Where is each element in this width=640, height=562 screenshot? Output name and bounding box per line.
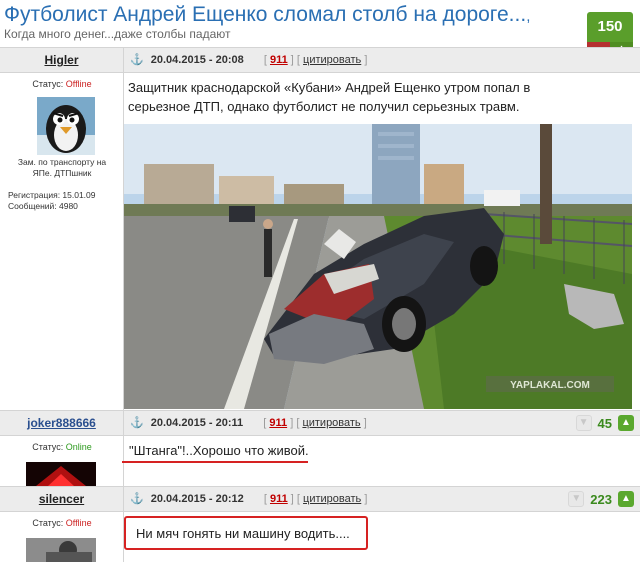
topic-rating-value: 150 (587, 12, 633, 42)
post-text: "Штанга"!..Хорошо что живой. (129, 443, 309, 458)
bracket-left: [ (263, 417, 267, 429)
author-cell: silencer (0, 487, 124, 511)
avatar[interactable] (26, 462, 96, 486)
post-number-link[interactable]: 911 (270, 493, 288, 505)
user-title-line: Зам. по транспорту на (17, 157, 107, 167)
post-meta: ⚓ 20.04.2015 - 20:12 [ 911 ] [ цитироват… (130, 487, 367, 511)
post-number-link[interactable]: 911 (269, 417, 287, 429)
status-value: Online (65, 442, 92, 452)
message-count: Сообщений: 4980 (8, 201, 78, 211)
bracket-right: ] (290, 493, 294, 505)
bracket-right: ] (363, 417, 367, 429)
user-status: Статус: Online (0, 442, 124, 452)
topic-title-text: Футболист Андрей Ещенко сломал столб на … (4, 3, 527, 26)
bracket-left: [ (263, 493, 267, 505)
author-name[interactable]: Higler (44, 53, 78, 67)
bracket-right: ] (290, 54, 294, 66)
vote-down-icon[interactable]: ▼ (575, 415, 592, 431)
user-title-line: ЯПе. ДТПшник (32, 168, 92, 178)
topic-header: Футболист Андрей Ещенко сломал столб на … (0, 0, 640, 46)
avatar[interactable] (26, 538, 96, 562)
bracket-left: [ (263, 54, 267, 66)
post-text-line: серьезное ДТП, однако футболист не получ… (128, 99, 520, 114)
bracket-left: [ (296, 54, 300, 66)
post-photo[interactable]: YAPLAKAL.COM (124, 124, 632, 409)
bracket-right: ] (364, 493, 368, 505)
status-label: Статус: (32, 79, 64, 89)
post-text-line: Защитник краснодарской «Кубани» Андрей Е… (128, 80, 531, 95)
post-header-row: joker888666 ⚓ 20.04.2015 - 20:11 [ 911 ]… (0, 410, 640, 436)
status-value: Offline (65, 79, 92, 89)
post-meta: ⚓ 20.04.2015 - 20:11 [ 911 ] [ цитироват… (130, 411, 367, 435)
user-stats: Регистрация: 15.01.09 Сообщений: 4980 (8, 190, 96, 212)
registration-date: Регистрация: 15.01.09 (8, 190, 96, 200)
post-rating-value: 45 (597, 415, 612, 431)
author-name[interactable]: silencer (39, 492, 84, 506)
status-label: Статус: (32, 518, 64, 528)
avatar[interactable] (37, 97, 95, 155)
anchor-icon[interactable]: ⚓ (130, 54, 144, 66)
topic-title: Футболист Андрей Ещенко сломал столб на … (4, 3, 530, 27)
author-name[interactable]: joker888666 (27, 416, 96, 430)
post-date: 20.04.2015 - 20:11 (150, 417, 244, 429)
post-rating: ▼ 223 ▲ (568, 491, 634, 507)
bracket-left: [ (296, 493, 300, 505)
topic-subtitle: Когда много денег...даже столбы падают (4, 27, 231, 41)
bracket-right: ] (364, 54, 368, 66)
user-panel: Статус: Offline (0, 512, 124, 562)
user-status: Статус: Offline (0, 518, 124, 528)
highlight-underline (122, 461, 308, 463)
post-number-link[interactable]: 911 (270, 54, 288, 66)
vote-up-icon[interactable]: ▲ (618, 415, 634, 431)
post-rating-value: 223 (590, 491, 612, 507)
bracket-left: [ (296, 417, 300, 429)
bracket-right: ] (290, 417, 294, 429)
photo-watermark: YAPLAKAL.COM (510, 380, 590, 391)
post-text: Защитник краснодарской «Кубани» Андрей Е… (128, 78, 530, 116)
post-meta: ⚓ 20.04.2015 - 20:08 [ 911 ] [ цитироват… (130, 48, 367, 72)
user-panel: Статус: Online (0, 436, 124, 486)
user-panel: Статус: Offline Зам. по транспорту на ЯП… (0, 73, 124, 410)
post-date: 20.04.2015 - 20:08 (150, 54, 244, 66)
vote-up-icon[interactable]: ▲ (618, 491, 634, 507)
status-value: Offline (65, 518, 92, 528)
author-cell: Higler (0, 48, 124, 72)
anchor-icon[interactable]: ⚓ (130, 493, 144, 505)
post-date: 20.04.2015 - 20:12 (150, 493, 244, 505)
user-status: Статус: Offline (0, 79, 124, 89)
post-header-row: Higler ⚓ 20.04.2015 - 20:08 [ 911 ] [ ци… (0, 47, 640, 73)
quote-link[interactable]: цитировать (303, 54, 361, 66)
author-cell: joker888666 (0, 411, 124, 435)
vote-down-icon[interactable]: ▼ (568, 491, 585, 507)
post-header-row: silencer ⚓ 20.04.2015 - 20:12 [ 911 ] [ … (0, 486, 640, 512)
post-rating: ▼ 45 ▲ (575, 415, 634, 431)
user-title: Зам. по транспорту на ЯПе. ДТПшник (0, 157, 124, 179)
topic-title-suffix: , (526, 8, 531, 25)
post-text: Ни мяч гонять ни машину водить.... (136, 526, 350, 541)
status-label: Статус: (32, 442, 64, 452)
quote-link[interactable]: цитировать (302, 417, 360, 429)
anchor-icon[interactable]: ⚓ (130, 417, 144, 429)
quote-link[interactable]: цитировать (303, 493, 361, 505)
